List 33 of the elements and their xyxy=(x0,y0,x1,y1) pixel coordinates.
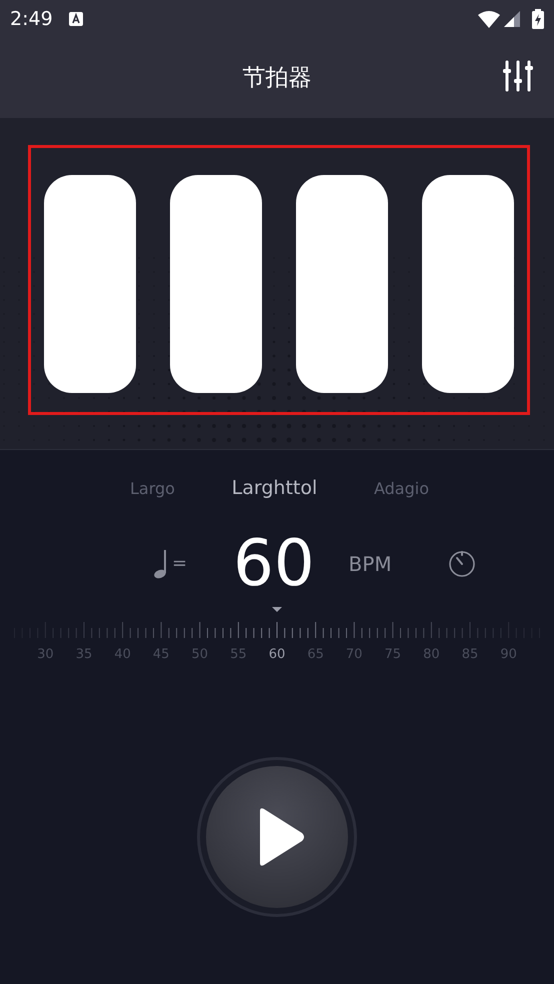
ruler-label: 75 xyxy=(384,646,402,664)
tempo-name[interactable]: Larghttol xyxy=(232,474,318,502)
ruler-label: 80 xyxy=(423,646,440,664)
quarter-note-icon xyxy=(152,548,168,578)
beat-pad[interactable] xyxy=(44,175,136,393)
pointer-icon xyxy=(272,606,282,612)
status-time: 2:49 xyxy=(10,6,53,32)
ruler-label: 45 xyxy=(152,646,170,664)
ruler-label: 30 xyxy=(37,646,54,664)
bpm-unit: BPM xyxy=(348,550,392,578)
ruler-label: 35 xyxy=(76,646,92,664)
ruler-label: 50 xyxy=(192,646,208,664)
ruler-label: 90 xyxy=(500,646,517,664)
timer-button[interactable] xyxy=(448,550,476,578)
settings-sliders-button[interactable] xyxy=(502,60,534,92)
ruler-label: 65 xyxy=(307,646,324,664)
tempo-name[interactable]: Largo xyxy=(130,477,175,501)
beat-pad[interactable] xyxy=(170,175,262,393)
ruler-label: 60 xyxy=(268,646,286,664)
signal-icon xyxy=(504,11,520,27)
tempo-name[interactable]: Adagio xyxy=(374,477,429,501)
wifi-icon xyxy=(478,10,500,28)
ruler-label: 40 xyxy=(114,646,131,664)
screen-title: 节拍器 xyxy=(242,64,312,93)
ruler-label: 85 xyxy=(462,646,478,664)
beat-pad[interactable] xyxy=(296,175,388,393)
battery-icon xyxy=(532,9,544,29)
keyboard-notification-icon xyxy=(68,12,83,26)
bpm-value: 60 xyxy=(233,532,315,596)
beat-pad[interactable] xyxy=(422,175,514,393)
ruler-label: 70 xyxy=(346,646,362,664)
equals-sign: = xyxy=(172,552,188,576)
ruler-label: 55 xyxy=(230,646,247,664)
